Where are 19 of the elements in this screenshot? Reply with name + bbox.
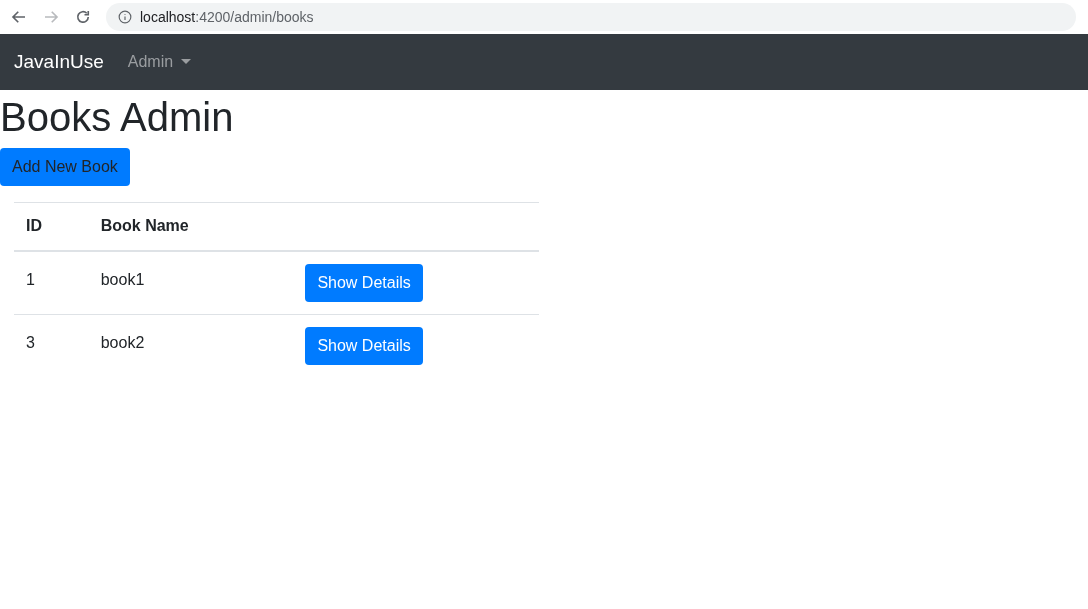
table-cell: book1 (88, 250, 294, 314)
show-details-button[interactable]: Show Details (305, 263, 423, 302)
reload-icon[interactable] (74, 8, 92, 26)
table-cell: 1 (14, 250, 89, 314)
admin-menu[interactable]: Admin (127, 50, 192, 74)
show-details-button[interactable]: Show Details (305, 326, 423, 365)
caret-icon (181, 59, 192, 65)
page-title: Books Admin (0, 94, 235, 141)
address-bar[interactable]: localhost:4200/admin/books (106, 3, 1076, 31)
back-icon[interactable] (10, 8, 28, 26)
add-book-button[interactable]: Add New Book (0, 148, 130, 186)
info-icon[interactable] (118, 10, 132, 24)
url-path: :4200/admin/books (195, 7, 314, 27)
brand-link[interactable]: JavaInUse (14, 47, 104, 77)
column-header: Book Name (88, 202, 294, 251)
table-cell: book2 (88, 314, 294, 377)
column-header: ID (14, 202, 89, 251)
table-cell: 3 (14, 314, 89, 377)
url-host: localhost (140, 7, 196, 27)
